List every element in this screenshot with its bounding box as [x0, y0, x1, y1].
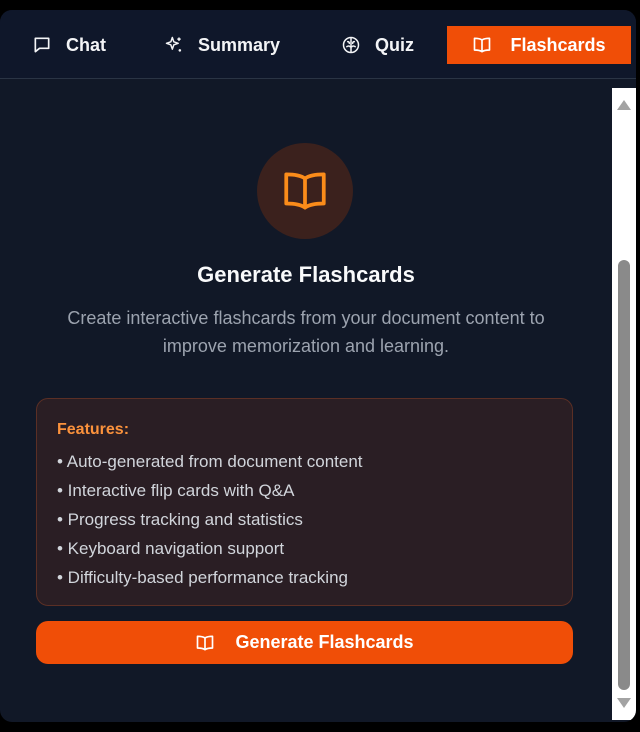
brain-icon	[342, 36, 360, 54]
page-description: Create interactive flashcards from your …	[67, 308, 545, 356]
flashcards-panel: Chat Summary Quiz Flashcards Generate Fl…	[0, 10, 636, 722]
list-item: • Difficulty-based performance tracking	[57, 568, 348, 587]
tab-quiz-label: Quiz	[375, 34, 414, 55]
tab-chat[interactable]: Chat	[32, 26, 106, 64]
tab-bar: Chat Summary Quiz Flashcards	[0, 10, 636, 79]
tab-flashcards[interactable]: Flashcards	[447, 26, 631, 64]
vertical-scrollbar[interactable]	[612, 88, 636, 720]
chat-bubble-icon	[34, 37, 50, 53]
tab-summary[interactable]: Summary	[164, 26, 280, 64]
list-item: • Auto-generated from document content	[57, 452, 363, 471]
main-content: Generate Flashcards Create interactive f…	[0, 80, 612, 722]
list-item: • Interactive flip cards with Q&A	[57, 481, 295, 500]
book-open-icon	[284, 172, 326, 210]
list-item: • Keyboard navigation support	[57, 539, 285, 558]
features-list: • Auto-generated from document content •…	[57, 447, 552, 592]
flashcards-icon-badge	[257, 143, 353, 239]
tab-summary-label: Summary	[198, 34, 281, 55]
tab-chat-label: Chat	[66, 34, 106, 55]
generate-flashcards-button[interactable]: Generate Flashcards	[36, 621, 573, 664]
scroll-up-arrow-icon[interactable]	[617, 100, 631, 110]
scroll-thumb[interactable]	[618, 260, 630, 690]
sparkles-icon	[165, 36, 182, 52]
generate-button-label: Generate Flashcards	[235, 632, 414, 652]
tab-flashcards-label: Flashcards	[510, 34, 606, 55]
features-heading: Features:	[57, 421, 130, 438]
book-open-icon	[474, 37, 491, 53]
scroll-down-arrow-icon[interactable]	[617, 698, 631, 708]
book-open-icon	[197, 635, 214, 650]
list-item: • Progress tracking and statistics	[57, 510, 303, 529]
page-title: Generate Flashcards	[197, 262, 415, 287]
tab-quiz[interactable]: Quiz	[341, 26, 414, 64]
features-box: Features: • Auto-generated from document…	[36, 398, 573, 606]
